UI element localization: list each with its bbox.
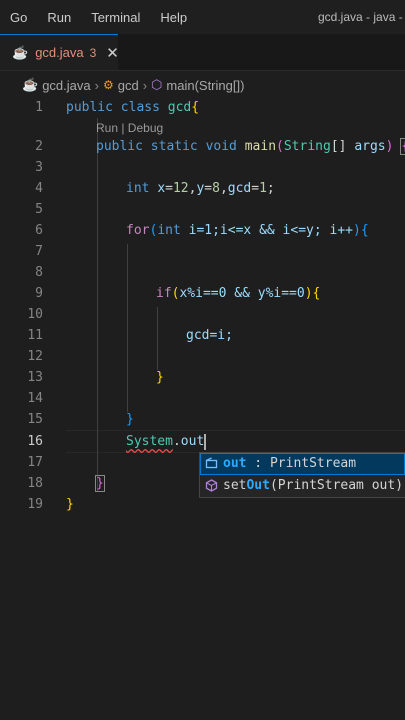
text-cursor bbox=[204, 433, 207, 450]
tab-label: gcd.java bbox=[35, 45, 84, 60]
code-line: 1 public class gcd{ bbox=[0, 97, 405, 118]
code-line: 9 if(x%i==0 && y%i==0){ bbox=[0, 283, 405, 304]
breadcrumb-class-label: gcd bbox=[117, 77, 139, 93]
line-number: 17 bbox=[27, 455, 43, 470]
code-text: } bbox=[156, 370, 164, 385]
code-text: int x=12,y=8,gcd=1; bbox=[126, 181, 275, 196]
line-number: 3 bbox=[35, 160, 43, 175]
code-text: System.out bbox=[126, 433, 207, 450]
line-number: 16 bbox=[27, 434, 43, 449]
field-icon bbox=[205, 457, 218, 469]
code-line: 4 int x=12,y=8,gcd=1; bbox=[0, 178, 405, 199]
line-number: 10 bbox=[27, 307, 43, 322]
code-text: for(int i=1;i<=x && i<=y; i++){ bbox=[126, 223, 369, 238]
breadcrumb-file-label: gcd.java bbox=[42, 77, 91, 93]
line-number: 9 bbox=[35, 286, 43, 301]
line-number: 6 bbox=[35, 223, 43, 238]
code-line: 10 bbox=[0, 304, 405, 325]
suggestion-out[interactable]: out : PrintStream bbox=[200, 453, 405, 475]
code-text: } bbox=[66, 497, 74, 512]
breadcrumb-class[interactable]: ⚙ gcd bbox=[103, 78, 139, 93]
code-text: gcd=i; bbox=[186, 328, 233, 343]
code-line: 3 bbox=[0, 157, 405, 178]
code-text: } bbox=[126, 412, 134, 427]
suggestion-prefix: set bbox=[223, 478, 247, 493]
menu-help[interactable]: Help bbox=[150, 10, 197, 25]
code-line: 14 bbox=[0, 388, 405, 409]
tab-gcd-java[interactable]: ☕ gcd.java 3 ✕ bbox=[0, 34, 119, 70]
code-line: 11 gcd=i; bbox=[0, 325, 405, 346]
code-editor[interactable]: Run | Debug 1 public class gcd{ 2 public… bbox=[0, 96, 405, 720]
codelens-run-debug[interactable]: Run | Debug bbox=[96, 118, 163, 138]
code-line: 6 for(int i=1;i<=x && i<=y; i++){ bbox=[0, 220, 405, 241]
code-line: 7 bbox=[0, 241, 405, 262]
java-file-icon: ☕ bbox=[12, 44, 29, 60]
line-number: 14 bbox=[27, 391, 43, 406]
java-file-icon: ☕ bbox=[22, 77, 39, 92]
line-number: 19 bbox=[27, 497, 43, 512]
line-number: 18 bbox=[27, 476, 43, 491]
line-number: 11 bbox=[27, 328, 43, 343]
line-number: 12 bbox=[27, 349, 43, 364]
code-text: if(x%i==0 && y%i==0){ bbox=[156, 286, 321, 301]
code-line: 2 public static void main(String[] args)… bbox=[0, 136, 405, 157]
method-icon: ⬡ bbox=[151, 77, 163, 92]
line-number: 15 bbox=[27, 412, 43, 427]
breadcrumb: ☕ gcd.java › ⚙ gcd › ⬡ main(String[]) bbox=[0, 72, 405, 98]
line-number: 2 bbox=[35, 139, 43, 154]
breadcrumb-method-label: main(String[]) bbox=[166, 77, 245, 93]
chevron-right-icon: › bbox=[94, 77, 99, 93]
menu-terminal[interactable]: Terminal bbox=[81, 10, 150, 25]
code-line: 16 System.out bbox=[0, 431, 405, 452]
code-line: 8 bbox=[0, 262, 405, 283]
line-number: 13 bbox=[27, 370, 43, 385]
method-icon bbox=[205, 479, 218, 492]
code-text: public static void main(String[] args) { bbox=[96, 136, 405, 157]
suggestion-match: out bbox=[223, 456, 247, 471]
chevron-right-icon: › bbox=[142, 77, 148, 93]
menu-bar: Go Run Terminal Help gcd.java - java - V bbox=[0, 0, 405, 34]
code-text: } bbox=[95, 475, 105, 492]
line-number: 8 bbox=[35, 265, 43, 280]
line-number: 7 bbox=[35, 244, 43, 259]
suggestion-detail: : PrintStream bbox=[246, 456, 357, 471]
breadcrumb-file[interactable]: ☕ gcd.java bbox=[22, 77, 91, 93]
code-line: 13 } bbox=[0, 367, 405, 388]
line-number: 1 bbox=[35, 100, 43, 115]
code-line: 5 bbox=[0, 199, 405, 220]
suggestion-signature: (PrintStream out) bbox=[269, 478, 404, 493]
code-text: public class gcd{ bbox=[66, 100, 200, 115]
code-line: 15 } bbox=[0, 409, 405, 430]
menu-run[interactable]: Run bbox=[37, 10, 81, 25]
window-title: gcd.java - java - V bbox=[318, 10, 405, 24]
class-icon: ⚙ bbox=[102, 78, 114, 92]
suggestion-setout[interactable]: setOut(PrintStream out) : bbox=[200, 475, 405, 497]
line-number: 4 bbox=[35, 181, 43, 196]
menu-go[interactable]: Go bbox=[0, 10, 37, 25]
autocomplete-popup: out : PrintStream setOut(PrintStream out… bbox=[199, 452, 405, 498]
line-number: 5 bbox=[35, 202, 43, 217]
close-icon[interactable]: ✕ bbox=[106, 44, 119, 62]
tab-bar: ☕ gcd.java 3 ✕ bbox=[0, 34, 405, 71]
problem-count-badge: 3 bbox=[89, 45, 97, 60]
code-line: 12 bbox=[0, 346, 405, 367]
breadcrumb-method[interactable]: ⬡ main(String[]) bbox=[151, 77, 244, 93]
suggestion-match: Out bbox=[246, 478, 270, 493]
